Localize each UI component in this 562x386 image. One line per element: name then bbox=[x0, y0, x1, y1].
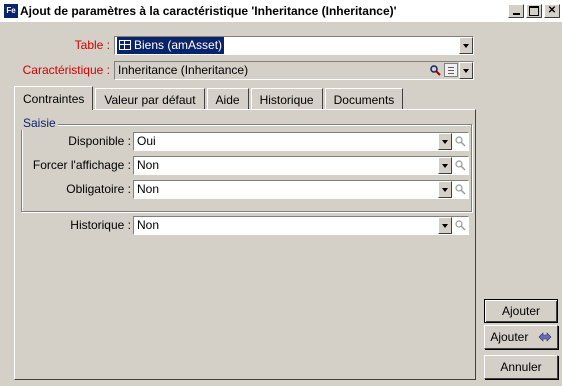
title-bar[interactable]: Fe Ajout de paramètres à la caractéristi… bbox=[0, 0, 562, 22]
forcer-affichage-dropdown-button[interactable] bbox=[438, 157, 452, 174]
forcer-affichage-value: Non bbox=[137, 158, 160, 172]
table-value: Biens (amAsset) bbox=[117, 37, 225, 54]
add-button[interactable]: Ajouter bbox=[484, 299, 558, 323]
characteristic-label: Caractéristique : bbox=[22, 63, 110, 77]
tab-historique[interactable]: Historique bbox=[250, 88, 323, 110]
close-icon: ✕ bbox=[547, 5, 557, 16]
disponible-label: Disponible : bbox=[68, 134, 131, 148]
forcer-affichage-label: Forcer l'affichage : bbox=[32, 158, 131, 172]
add-and-notify-button[interactable]: Ajouter bbox=[484, 325, 558, 349]
characteristic-combo[interactable]: Inheritance (Inheritance) bbox=[114, 61, 474, 80]
forcer-affichage-search-icon[interactable] bbox=[452, 157, 468, 174]
notify-icon bbox=[538, 327, 552, 349]
tab-documents[interactable]: Documents bbox=[324, 88, 404, 110]
detail-icon[interactable] bbox=[444, 63, 458, 77]
dialog-window: Fe Ajout de paramètres à la caractéristi… bbox=[0, 0, 562, 386]
constraints-panel: Saisie Disponible : Oui Forcer l'afficha… bbox=[14, 109, 476, 380]
obligatoire-search-icon[interactable] bbox=[452, 181, 468, 198]
historique-label: Historique : bbox=[70, 218, 131, 232]
tab-contraintes[interactable]: Contraintes bbox=[14, 86, 94, 110]
characteristic-dropdown-button[interactable] bbox=[459, 62, 473, 79]
tab-strip: Contraintes Valeur par défaut Aide Histo… bbox=[14, 86, 405, 110]
forcer-affichage-combo[interactable]: Non bbox=[133, 156, 469, 175]
obligatoire-combo[interactable]: Non bbox=[133, 180, 469, 199]
table-label: Table : bbox=[74, 38, 110, 52]
characteristic-value: Inheritance (Inheritance) bbox=[118, 63, 249, 77]
historique-search-icon[interactable] bbox=[452, 217, 468, 234]
historique-combo[interactable]: Non bbox=[133, 216, 469, 235]
obligatoire-dropdown-button[interactable] bbox=[438, 181, 452, 198]
historique-value: Non bbox=[137, 218, 160, 232]
saisie-group-label: Saisie bbox=[21, 116, 58, 130]
tab-valeur-par-defaut[interactable]: Valeur par défaut bbox=[95, 88, 205, 110]
maximize-button[interactable] bbox=[526, 4, 542, 18]
disponible-value: Oui bbox=[137, 134, 156, 148]
tab-aide[interactable]: Aide bbox=[206, 88, 249, 110]
disponible-search-icon[interactable] bbox=[452, 133, 468, 150]
historique-dropdown-button[interactable] bbox=[438, 217, 452, 234]
window-controls: ✕ bbox=[506, 4, 560, 18]
obligatoire-value: Non bbox=[137, 182, 160, 196]
zoom-icon[interactable] bbox=[427, 62, 443, 79]
table-dropdown-button[interactable] bbox=[459, 37, 473, 54]
table-icon bbox=[119, 40, 131, 50]
table-combo[interactable]: Biens (amAsset) bbox=[114, 36, 474, 55]
cancel-button[interactable]: Annuler bbox=[484, 355, 558, 379]
disponible-combo[interactable]: Oui bbox=[133, 132, 469, 151]
disponible-dropdown-button[interactable] bbox=[438, 133, 452, 150]
window-title: Ajout de paramètres à la caractéristique… bbox=[20, 4, 397, 18]
feature-window-icon: Fe bbox=[4, 4, 18, 18]
minimize-button[interactable] bbox=[508, 4, 524, 18]
close-button[interactable]: ✕ bbox=[544, 4, 560, 18]
obligatoire-label: Obligatoire : bbox=[66, 182, 131, 196]
